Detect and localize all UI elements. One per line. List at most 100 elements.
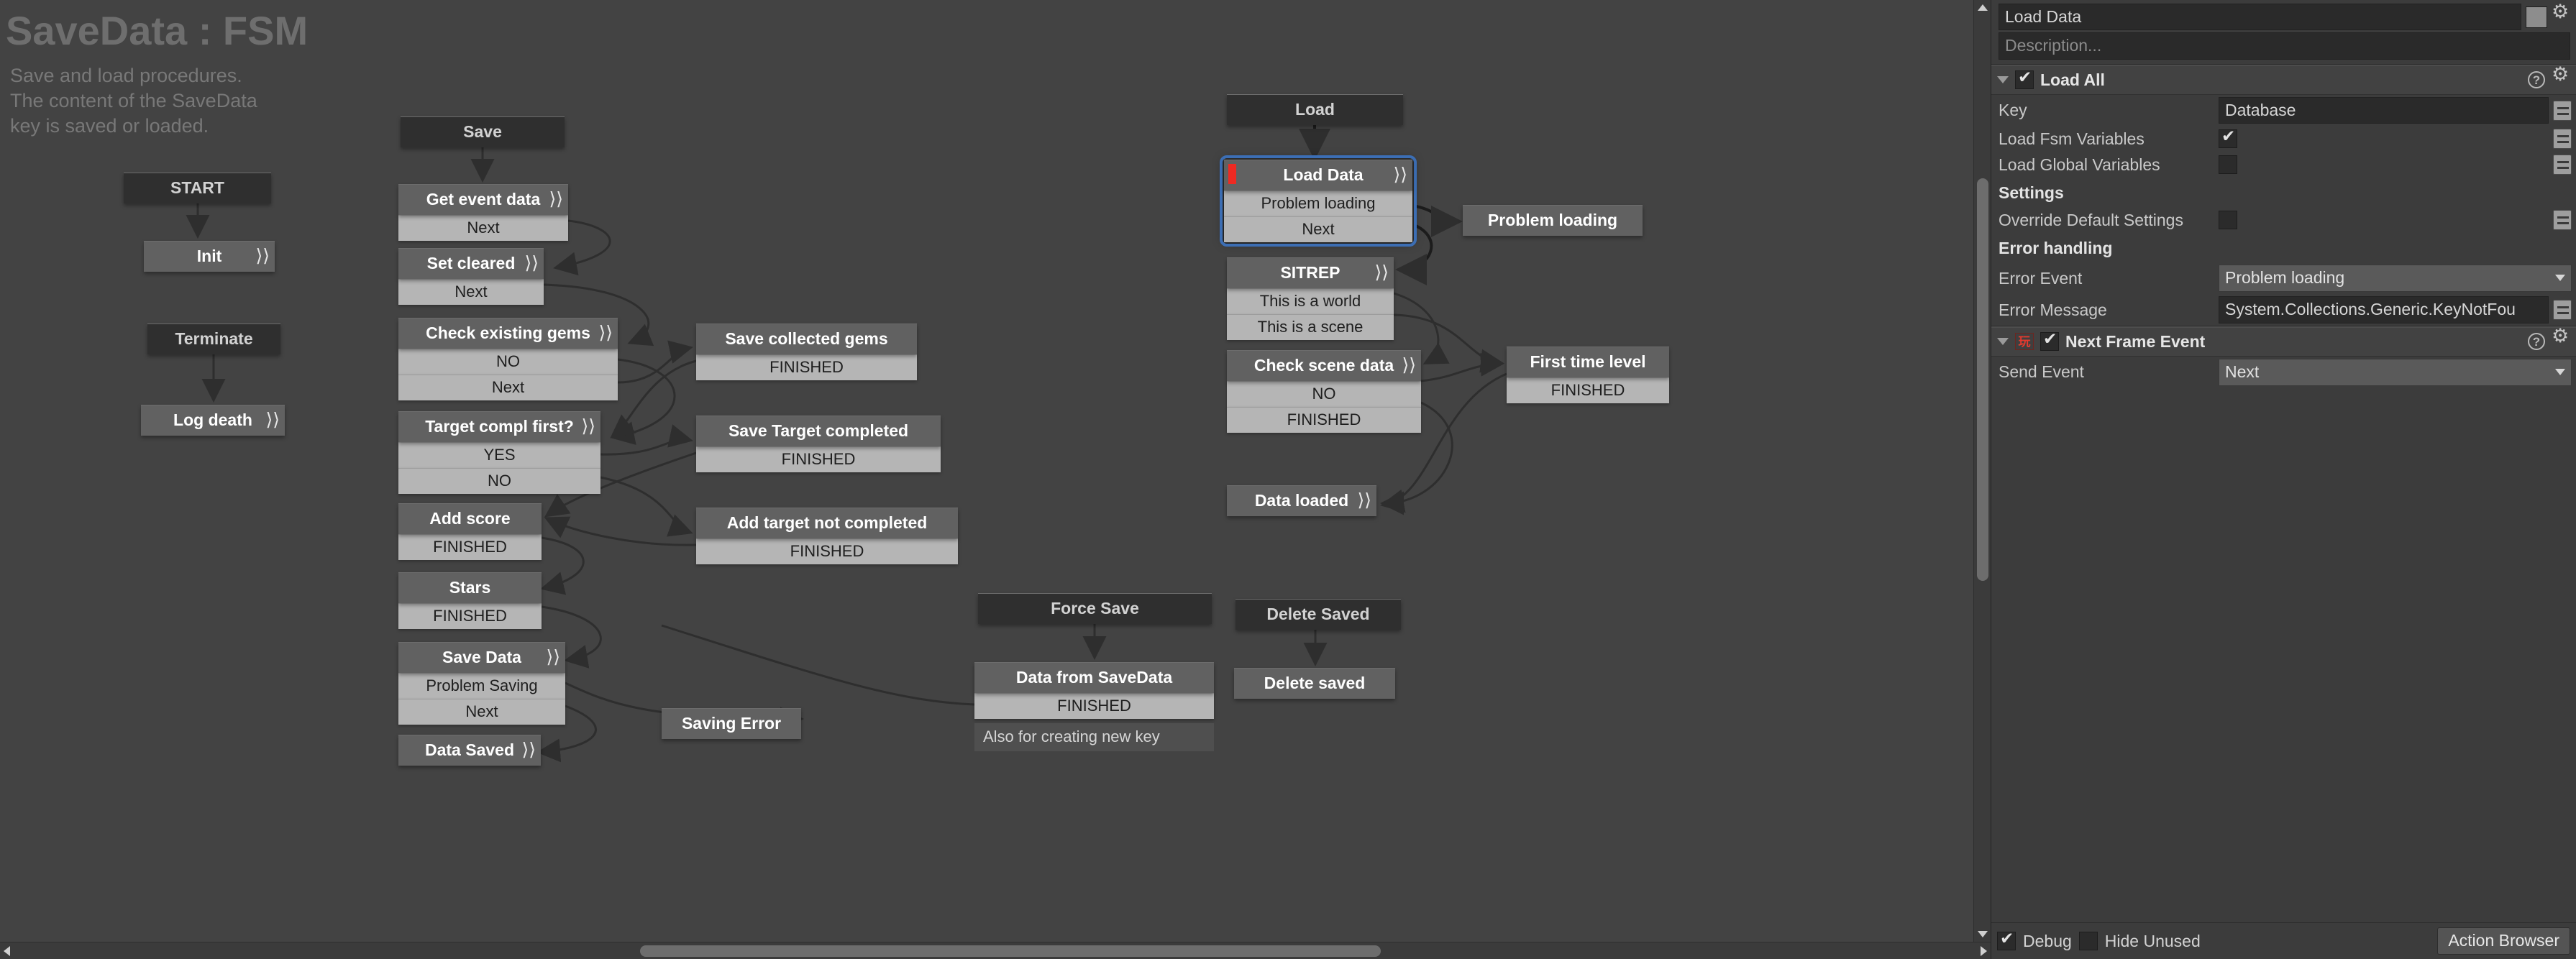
fsm-state-addscore[interactable]: Add score FINISHED [398,503,542,560]
scroll-up-icon[interactable] [1978,4,1988,11]
property-checkbox[interactable] [2219,211,2237,230]
fsm-state-deletesaved[interactable]: Delete saved [1234,668,1395,699]
debug-checkbox[interactable] [1997,930,2016,950]
fsm-state-setcleared[interactable]: Set cleared ⟩⟩ Next [398,248,544,305]
property-checkbox[interactable] [2219,128,2237,149]
variable-binding-icon[interactable] [2553,155,2572,175]
fsm-state-firsttime[interactable]: First time level FINISHED [1507,347,1669,403]
state-event-row[interactable]: FINISHED [1227,407,1421,433]
action-browser-button[interactable]: Action Browser [2437,927,2570,955]
state-title[interactable]: Load [1227,94,1403,125]
state-event-row[interactable]: Next [1224,216,1412,242]
state-event-row[interactable]: Next [398,699,565,725]
state-event-row[interactable]: Next [398,375,618,400]
state-event-row[interactable]: FINISHED [398,534,542,560]
state-title[interactable]: Get event data ⟩⟩ [398,184,568,215]
state-title[interactable]: Terminate [147,324,280,354]
canvas-vertical-scrollbar[interactable] [1973,0,1991,942]
state-event-row[interactable]: NO [398,349,618,375]
fsm-state-targetfirst[interactable]: Target compl first? ⟩⟩ YES NO [398,411,600,494]
state-title[interactable]: Check existing gems ⟩⟩ [398,318,618,349]
scroll-right-icon[interactable] [1981,946,1987,956]
state-title[interactable]: Load Data ⟩⟩ [1224,160,1412,191]
property-dropdown[interactable]: Next [2219,358,2572,386]
chevron-down-icon[interactable] [1997,338,2009,346]
fsm-state-datafromsave[interactable]: Data from SaveData FINISHED Also for creat… [974,662,1214,751]
state-title[interactable]: Data loaded ⟩⟩ [1227,485,1376,516]
state-event-row[interactable]: FINISHED [974,693,1214,719]
state-event-row[interactable]: Problem Saving [398,673,565,699]
scroll-down-icon[interactable] [1978,931,1988,937]
state-event-row[interactable]: Problem loading [1224,191,1412,216]
property-dropdown[interactable]: Problem loading [2219,265,2572,293]
fsm-state-load[interactable]: Load [1227,94,1403,125]
canvas-horizontal-scroll-thumb[interactable] [640,945,1381,957]
help-icon[interactable]: ? [2528,333,2545,351]
variable-binding-icon[interactable] [2553,300,2572,321]
state-title[interactable]: Set cleared ⟩⟩ [398,248,544,279]
state-title[interactable]: Save Data ⟩⟩ [398,642,565,673]
fsm-state-logdeath[interactable]: Log death ⟩⟩ [141,405,285,436]
state-event-row[interactable]: FINISHED [398,603,542,629]
property-text-input[interactable]: Database [2219,96,2549,124]
fsm-state-save[interactable]: Save [401,116,565,147]
fsm-state-savedata[interactable]: Save Data ⟩⟩ Problem Saving Next [398,642,565,725]
state-event-row[interactable]: Next [398,279,544,305]
action-enabled-checkbox[interactable] [2015,69,2034,90]
state-event-row[interactable]: FINISHED [696,538,958,564]
state-title[interactable]: Stars [398,572,542,603]
state-color-swatch[interactable] [2526,6,2547,28]
fsm-state-start[interactable]: START [124,173,271,203]
help-icon[interactable]: ? [2528,71,2545,89]
fsm-state-problemload[interactable]: Problem loading [1463,205,1643,236]
state-event-row[interactable]: FINISHED [1507,377,1669,403]
fsm-state-savingerror[interactable]: Saving Error [662,708,801,739]
state-event-row[interactable]: This is a world [1227,288,1394,314]
state-title[interactable]: First time level [1507,347,1669,377]
hide-unused-checkbox[interactable] [2078,932,2098,950]
state-title[interactable]: Log death ⟩⟩ [141,405,285,436]
fsm-state-datasaved[interactable]: Data Saved ⟩⟩ [398,735,541,766]
fsm-state-stars[interactable]: Stars FINISHED [398,572,542,629]
variable-binding-icon[interactable] [2553,129,2572,150]
gear-icon[interactable] [2552,2,2570,27]
variable-binding-icon[interactable] [2553,210,2572,231]
state-event-row[interactable]: YES [398,442,600,468]
state-description-input[interactable]: Description... [1999,32,2570,60]
state-title[interactable]: SITREP ⟩⟩ [1227,257,1394,288]
state-title[interactable]: Force Save [978,593,1212,624]
fsm-state-addtargetnot[interactable]: Add target not completed FINISHED [696,508,958,564]
fsm-state-checkscene[interactable]: Check scene data ⟩⟩ NO FINISHED [1227,350,1421,433]
state-title[interactable]: Saving Error [662,708,801,739]
state-event-row[interactable]: FINISHED [696,446,941,472]
state-event-row[interactable]: NO [398,468,600,494]
state-title[interactable]: Init ⟩⟩ [144,241,275,272]
state-title[interactable]: Problem loading [1463,205,1643,236]
state-title[interactable]: Delete saved [1234,668,1395,699]
variable-binding-icon[interactable] [2553,100,2572,121]
fsm-graph-canvas[interactable]: SaveData : FSM Save and load procedures.… [0,0,1991,959]
fsm-state-loaddata[interactable]: Load Data ⟩⟩ Problem loading Next [1220,155,1417,247]
fsm-state-dataloaded[interactable]: Data loaded ⟩⟩ [1227,485,1376,516]
canvas-vertical-scroll-thumb[interactable] [1977,178,1988,581]
state-title[interactable]: Save [401,116,565,147]
fsm-state-init[interactable]: Init ⟩⟩ [144,241,275,272]
fsm-state-geteventdata[interactable]: Get event data ⟩⟩ Next [398,184,568,241]
state-title[interactable]: Delete Saved [1236,599,1401,630]
state-title[interactable]: Add score [398,503,542,534]
canvas-horizontal-scrollbar[interactable] [0,942,1991,959]
action-header-load-all[interactable]: Load All? [1991,65,2576,95]
fsm-state-terminate[interactable]: Terminate [147,324,280,354]
fsm-state-checkgems[interactable]: Check existing gems ⟩⟩ NO Next [398,318,618,400]
scroll-left-icon[interactable] [4,946,10,956]
fsm-state-savegems[interactable]: Save collected gems FINISHED [696,324,917,380]
action-enabled-checkbox[interactable] [2040,331,2059,352]
gear-icon[interactable] [2552,65,2570,89]
chevron-down-icon[interactable] [1997,76,2009,84]
gear-icon[interactable] [2552,326,2570,351]
state-title[interactable]: Save Target completed [696,416,941,446]
state-title[interactable]: Data Saved ⟩⟩ [398,735,541,766]
state-title[interactable]: Check scene data ⟩⟩ [1227,350,1421,381]
state-title[interactable]: Add target not completed [696,508,958,538]
state-event-row[interactable]: FINISHED [696,354,917,380]
